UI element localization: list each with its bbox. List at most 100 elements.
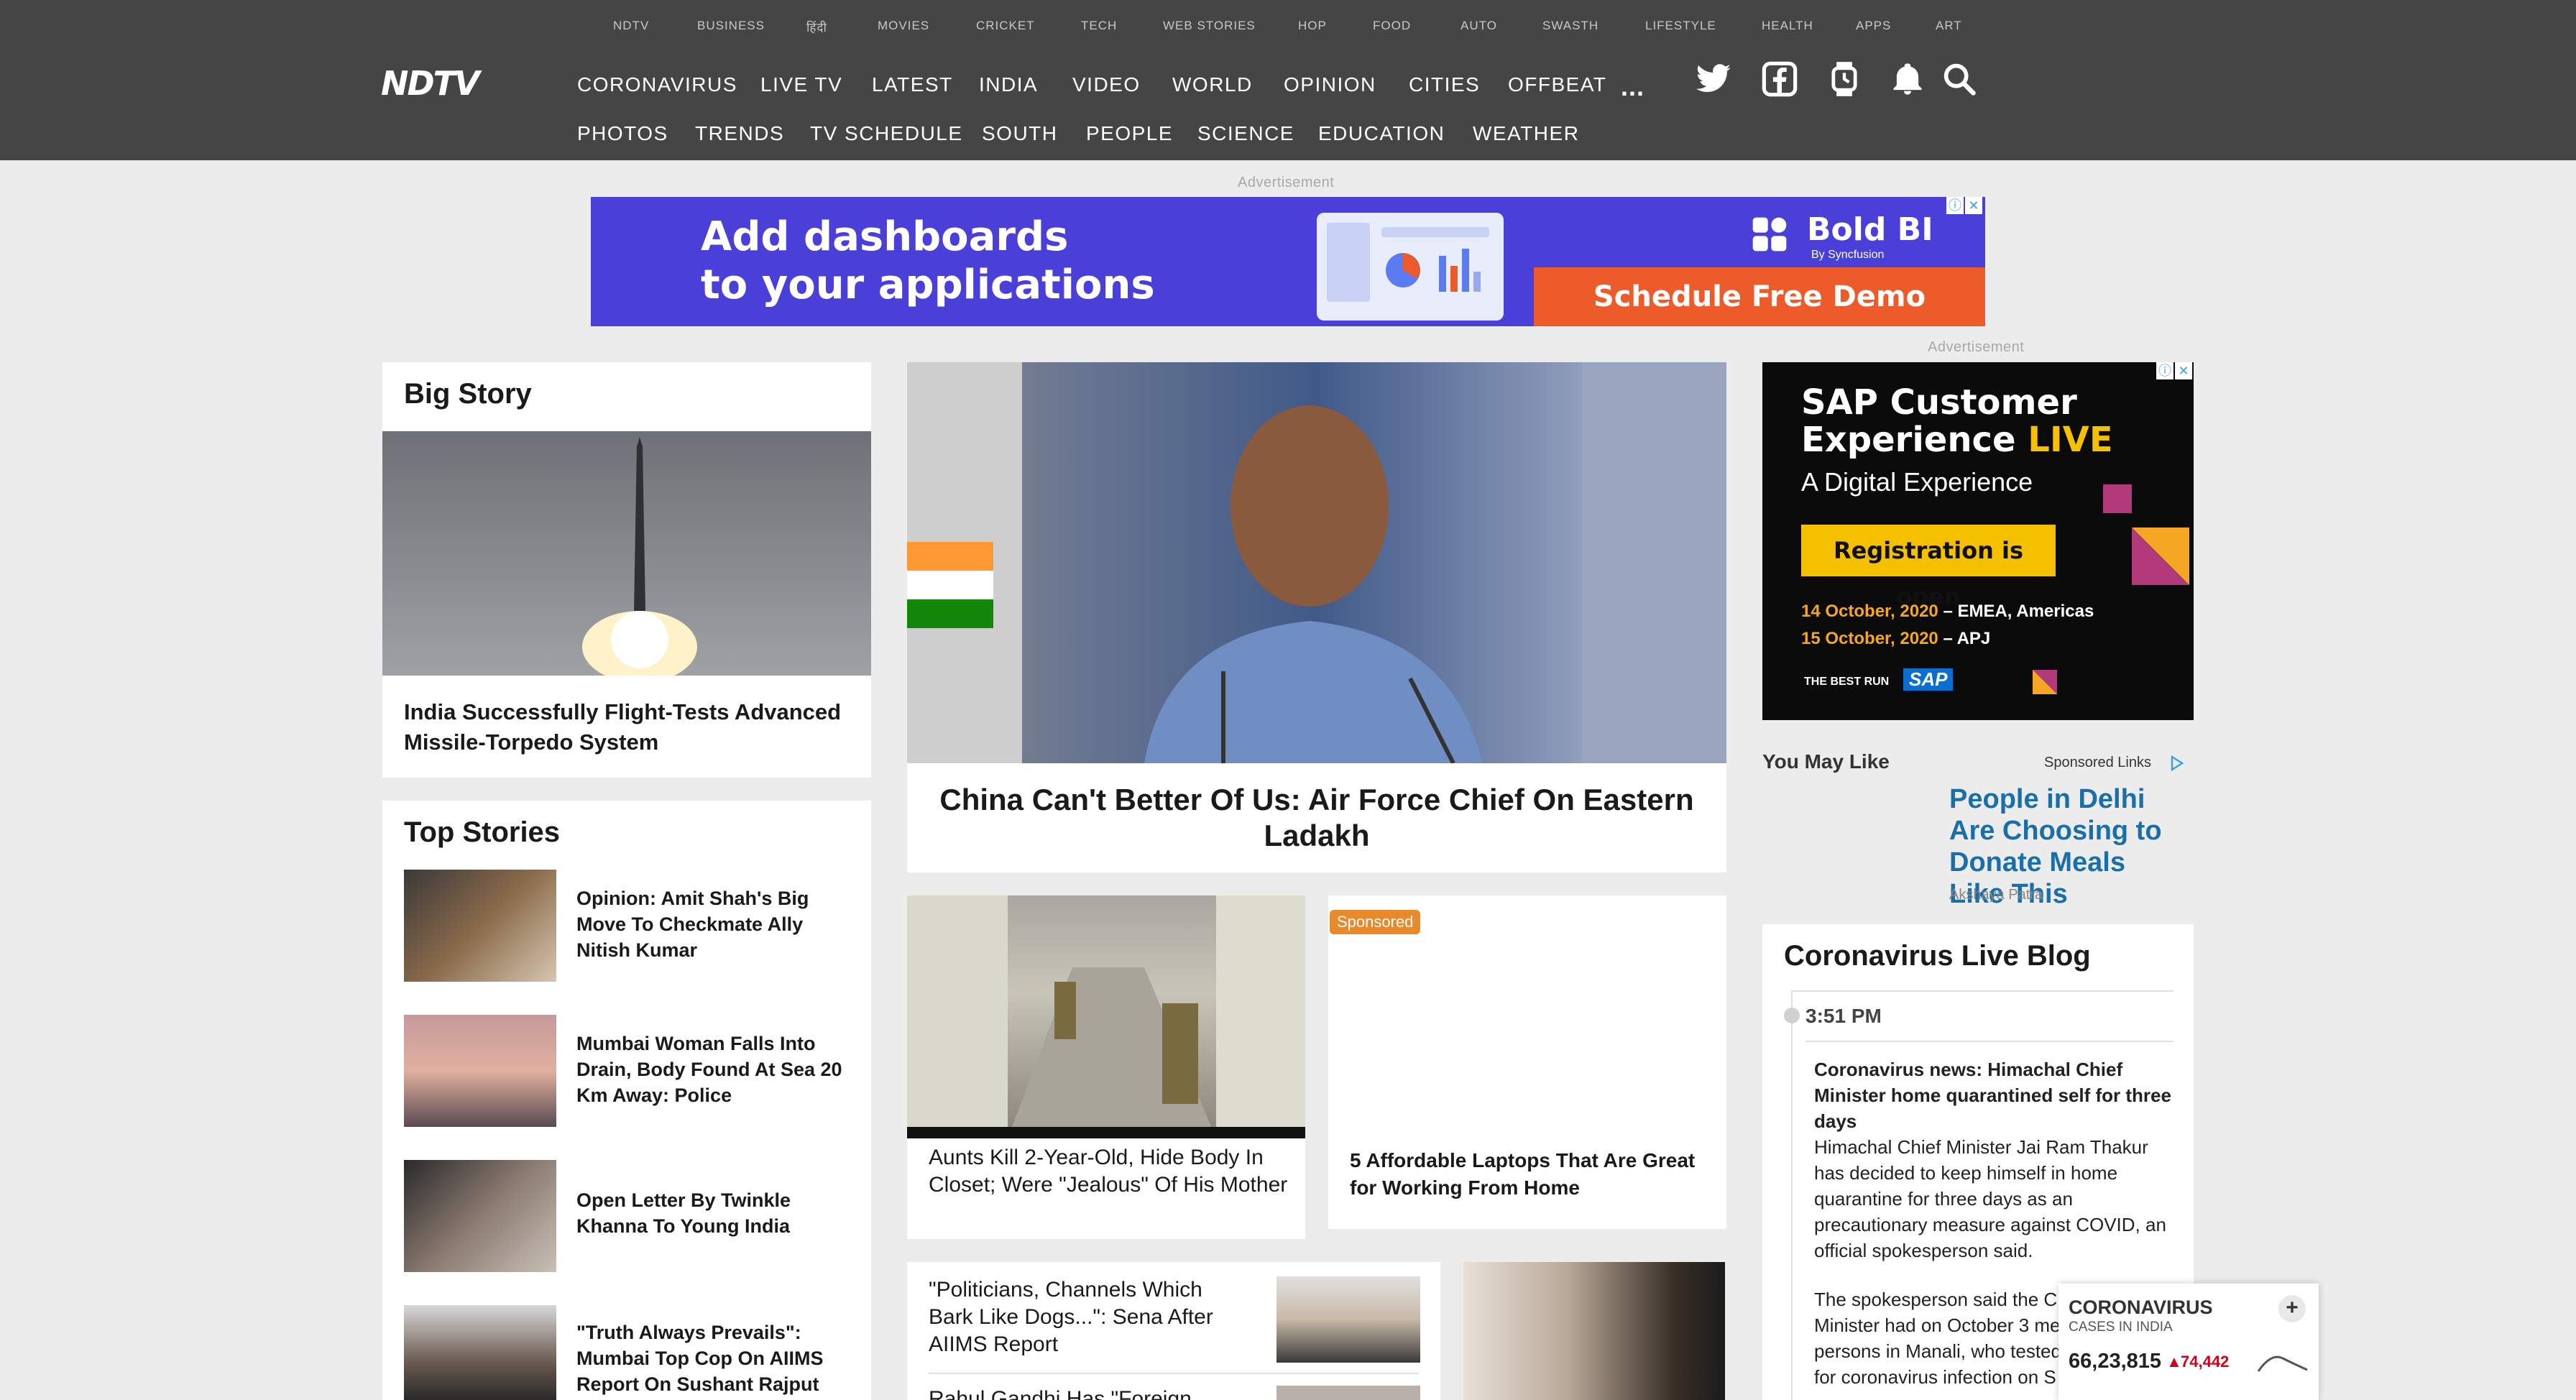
- nav-photos[interactable]: PHOTOS: [577, 122, 668, 145]
- ndtv-logo[interactable]: NDTV: [381, 67, 528, 100]
- small-story-headline-2[interactable]: Rahul Gandhi Has "Foreign: [929, 1386, 1245, 1400]
- sap-ad-dates: 14 October, 2020 – EMEA, Americas 15 Oct…: [1801, 598, 2094, 653]
- ad-info-icon[interactable]: ⓘ: [1946, 197, 1964, 214]
- sap-date-2: 15 October, 2020: [1801, 629, 1938, 648]
- nav-people[interactable]: PEOPLE: [1086, 122, 1173, 145]
- top-link-apps[interactable]: APPS: [1856, 19, 1891, 33]
- timeline-dot: [1784, 1008, 1800, 1023]
- top-link-hop[interactable]: HOP: [1298, 19, 1327, 33]
- top-link-web-stories[interactable]: WEB STORIES: [1163, 19, 1256, 33]
- bold-bi-logo-icon: [1752, 217, 1787, 252]
- sponsored-links-label[interactable]: Sponsored Links: [2044, 755, 2151, 771]
- site-header: NDTV BUSINESS हिंदी MOVIES CRICKET TECH …: [0, 0, 2576, 160]
- top-story-headline-4[interactable]: "Truth Always Prevails": Mumbai Top Cop …: [576, 1320, 850, 1397]
- adchoices-icon[interactable]: [2168, 755, 2185, 772]
- sap-ad-decoration: [2103, 484, 2189, 585]
- nav-south[interactable]: SOUTH: [982, 122, 1058, 145]
- top-link-movies[interactable]: MOVIES: [878, 19, 929, 33]
- nav-offbeat[interactable]: OFFBEAT: [1508, 73, 1607, 96]
- nav-video[interactable]: VIDEO: [1072, 73, 1141, 96]
- sap-side-ad[interactable]: SAP Customer Experience LIVE A Digital E…: [1762, 362, 2194, 720]
- nav-coronavirus[interactable]: CORONAVIRUS: [577, 73, 737, 96]
- live-blog-post-title[interactable]: Coronavirus news: Himachal Chief Ministe…: [1814, 1056, 2174, 1134]
- top-link-art[interactable]: ART: [1936, 19, 1962, 33]
- top-link-ndtv[interactable]: NDTV: [613, 19, 649, 33]
- ad-close-icon[interactable]: ✕: [1965, 197, 1982, 214]
- live-blog-title[interactable]: Coronavirus Live Blog: [1784, 940, 2091, 972]
- sap-register-button[interactable]: Registration is open: [1801, 525, 2056, 610]
- nav-world[interactable]: WORLD: [1172, 73, 1253, 96]
- banner-ad-line-1: Add dashboards: [701, 213, 1069, 260]
- top-link-swasth[interactable]: SWASTH: [1542, 19, 1598, 33]
- top-story-thumb-2[interactable]: [404, 1015, 556, 1127]
- mid-story-headline-1[interactable]: Aunts Kill 2-Year-Old, Hide Body In Clos…: [929, 1144, 1295, 1199]
- top-story-headline-3[interactable]: Open Letter By Twinkle Khanna To Young I…: [576, 1187, 850, 1239]
- facebook-icon[interactable]: [1761, 60, 1798, 98]
- search-icon[interactable]: [1941, 60, 1978, 98]
- nav-india[interactable]: INDIA: [979, 73, 1038, 96]
- nav-live-tv[interactable]: LIVE TV: [760, 73, 842, 96]
- corona-case-delta: 74,442: [2181, 1353, 2230, 1371]
- side-ad-close-icon[interactable]: ✕: [2175, 362, 2192, 379]
- lead-story-image[interactable]: [907, 362, 1726, 763]
- big-story-card: Big Story India Successfully Flight-Test…: [382, 362, 871, 778]
- top-link-auto[interactable]: AUTO: [1460, 19, 1497, 33]
- nav-trends[interactable]: TRENDS: [695, 122, 784, 145]
- corona-widget-subtitle: CASES IN INDIA: [2069, 1320, 2173, 1335]
- live-blog-post-body: Himachal Chief Minister Jai Ram Thakur h…: [1814, 1136, 2166, 1261]
- top-link-cricket[interactable]: CRICKET: [976, 19, 1035, 33]
- top-link-business[interactable]: BUSINESS: [697, 19, 765, 33]
- top-story-headline-1[interactable]: Opinion: Amit Shah's Big Move To Checkma…: [576, 885, 850, 963]
- expand-widget-button[interactable]: +: [2278, 1295, 2306, 1322]
- missile-launch-image[interactable]: [382, 431, 871, 676]
- mid-story-card-1: Aunts Kill 2-Year-Old, Hide Body In Clos…: [907, 895, 1305, 1239]
- small-story-thumb-2[interactable]: [1276, 1386, 1420, 1400]
- top-story-thumb-3[interactable]: [404, 1160, 556, 1272]
- sap-ad-footer: THE BEST RUN: [1804, 676, 1890, 688]
- dashboard-illustration: [1317, 213, 1504, 321]
- lead-story-card: China Can't Better Of Us: Air Force Chie…: [907, 362, 1726, 872]
- mid-story-headline-2[interactable]: 5 Affordable Laptops That Are Great for …: [1350, 1147, 1709, 1202]
- bold-bi-banner-ad[interactable]: Add dashboards to your applications Bold…: [591, 197, 1985, 326]
- top-story-thumb-4[interactable]: [404, 1305, 556, 1400]
- side-ad-label: Advertisement: [1928, 339, 2025, 355]
- big-story-title: Big Story: [404, 378, 532, 410]
- small-story-thumb-1[interactable]: [1276, 1276, 1420, 1363]
- mid-story-card-2: Sponsored 5 Affordable Laptops That Are …: [1328, 895, 1726, 1229]
- small-story-headline-1[interactable]: "Politicians, Channels Which Bark Like D…: [929, 1276, 1245, 1358]
- you-may-like-source[interactable]: Akshaya Patra: [1949, 887, 2043, 903]
- mid-story-thumb-1[interactable]: [907, 895, 1305, 1138]
- sap-ad-line-2a: Experience: [1801, 420, 2028, 460]
- more-menu-button[interactable]: ...: [1621, 72, 1644, 102]
- nav-weather[interactable]: WEATHER: [1473, 122, 1579, 145]
- nav-latest[interactable]: LATEST: [872, 73, 953, 96]
- big-story-headline[interactable]: India Successfully Flight-Tests Advanced…: [404, 697, 850, 757]
- side-ad-info-icon[interactable]: ⓘ: [2156, 362, 2174, 379]
- corona-widget-title: CORONAVIRUS: [2069, 1297, 2213, 1318]
- sap-logo: SAP: [1903, 668, 1954, 691]
- banner-brand: Bold BI: [1807, 211, 1933, 248]
- corona-case-count: 66,23,815: [2069, 1350, 2162, 1373]
- top-story-headline-2[interactable]: Mumbai Woman Falls Into Drain, Body Foun…: [576, 1031, 850, 1108]
- top-link-food[interactable]: FOOD: [1373, 19, 1411, 33]
- nav-education[interactable]: EDUCATION: [1318, 122, 1445, 145]
- top-link-tech[interactable]: TECH: [1081, 19, 1117, 33]
- top-links-bar: NDTV BUSINESS हिंदी MOVIES CRICKET TECH …: [0, 19, 2576, 36]
- notification-bell-icon[interactable]: [1889, 60, 1926, 98]
- smartwatch-icon[interactable]: [1826, 60, 1863, 98]
- coronavirus-cases-widget[interactable]: CORONAVIRUS CASES IN INDIA + 66,23,815 ▲…: [2058, 1284, 2319, 1400]
- top-story-thumb-1[interactable]: [404, 870, 556, 982]
- nav-cities[interactable]: CITIES: [1409, 73, 1480, 96]
- nav-tv-schedule[interactable]: TV SCHEDULE: [810, 122, 963, 145]
- you-may-like-title: You May Like: [1762, 750, 1890, 773]
- divider: [1791, 990, 2174, 992]
- trump-xi-image[interactable]: [1463, 1262, 1725, 1400]
- nav-science[interactable]: SCIENCE: [1197, 122, 1294, 145]
- lead-story-headline[interactable]: China Can't Better Of Us: Air Force Chie…: [921, 782, 1712, 854]
- top-link-lifestyle[interactable]: LIFESTYLE: [1645, 19, 1716, 33]
- twitter-icon[interactable]: [1695, 60, 1732, 98]
- nav-opinion[interactable]: OPINION: [1284, 73, 1376, 96]
- top-link-hindi[interactable]: हिंदी: [806, 19, 827, 35]
- top-link-health[interactable]: HEALTH: [1762, 19, 1813, 33]
- schedule-demo-button[interactable]: Schedule Free Demo: [1534, 267, 1985, 326]
